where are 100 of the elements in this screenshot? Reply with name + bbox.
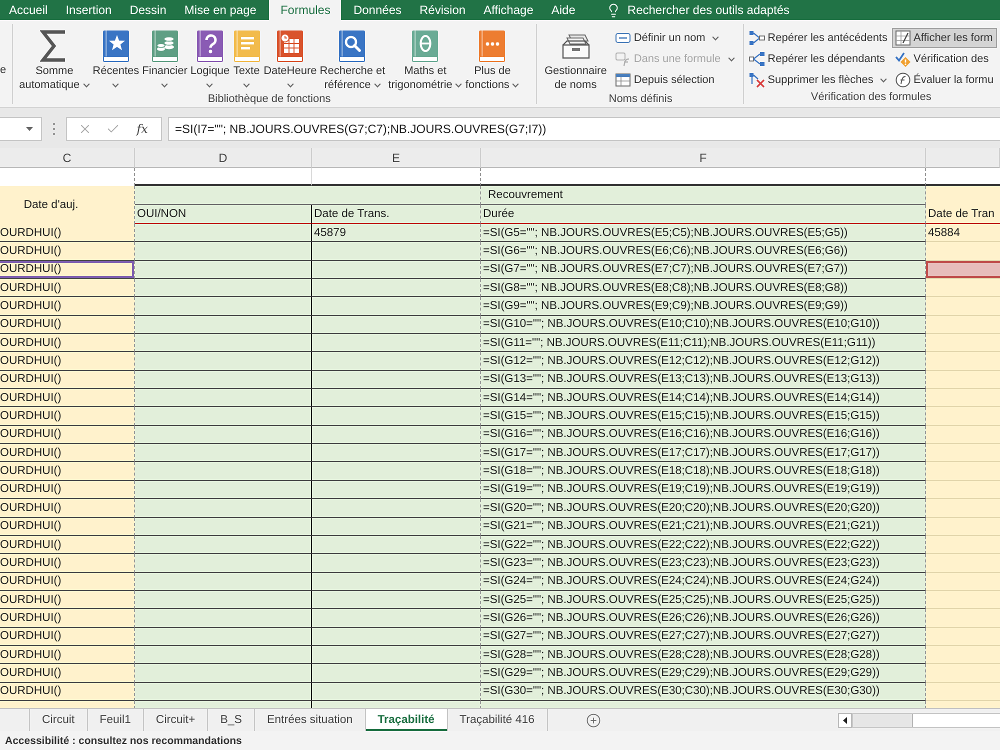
ribbon-button[interactable]: Recherche et référence — [318, 26, 386, 92]
insert-function-button[interactable]: fx — [134, 122, 150, 136]
table-cell: =SI(G5=""; NB.JOURS.OUVRES(E5;C5);NB.JOURS.OUVRES(E5;G5)) — [481, 224, 926, 242]
table-cell: OURDHUI() — [0, 407, 135, 426]
header-cell: Date de Tran — [926, 205, 1000, 224]
table-cell: =SI(G16=""; NB.JOURS.OUVRES(E16;C16);NB.JOURS.OUVRES(E16;G16)) — [481, 426, 926, 444]
table-cell: =SI(G27=""; NB.JOURS.OUVRES(E27;C27);NB.JOURS.OUVRES(E27;G27)) — [481, 628, 926, 646]
caret-icon — [26, 127, 33, 131]
table-cell: OURDHUI() — [0, 334, 135, 352]
sheet-grid-icon — [894, 30, 910, 46]
magnifier-book-icon — [338, 30, 366, 62]
ribbon-button[interactable]: Somme automatique — [18, 26, 91, 92]
table-cell: OURDHUI() — [0, 389, 135, 408]
table-cell: =SI(G10=""; NB.JOURS.OUVRES(E10;C10);NB.JOURS.OUVRES(E10;G10)) — [481, 316, 926, 334]
circle-icon — [894, 72, 910, 88]
ribbon-tab[interactable]: Aide — [542, 0, 584, 20]
ribbon-label[interactable]: e — [0, 63, 6, 77]
table-cell: OURDHUI() — [0, 518, 135, 536]
column-header[interactable]: F — [481, 148, 926, 168]
status-text: Accessibilité : consultez nos recommandations — [5, 734, 242, 746]
ribbon-tab[interactable]: Formules — [269, 0, 342, 20]
ellipsis-book-icon — [478, 30, 506, 62]
table-cell: =SI(G11=""; NB.JOURS.OUVRES(E11;C11);NB.JOURS.OUVRES(E11;G11)) — [481, 334, 926, 352]
ribbon-button[interactable]: Supprimer les flèches — [746, 70, 890, 90]
table-cell: =SI(G26=""; NB.JOURS.OUVRES(E26;C26);NB.JOURS.OUVRES(E26;G26)) — [481, 609, 926, 628]
coins-book-icon — [150, 30, 179, 62]
table-cell: OURDHUI() — [0, 499, 135, 518]
formula-field[interactable]: =SI(I7=""; NB.JOURS.OUVRES(G7;C7);NB.JOURS.OUVRES(G7;I7)) — [168, 117, 1000, 141]
ribbon-tab[interactable]: Mise en page — [175, 0, 266, 20]
table-cell: =SI(G25=""; NB.JOURS.OUVRES(E25;C25);NB.JOURS.OUVRES(E25;G25)) — [481, 590, 926, 610]
table-cell: 45884 — [926, 224, 1000, 242]
table-cell: =SI(G29=""; NB.JOURS.OUVRES(E29;C29);NB.JOURS.OUVRES(E29;G29)) — [481, 664, 926, 683]
table-cell: =SI(G21=""; NB.JOURS.OUVRES(E21;C21);NB.JOURS.OUVRES(E21;G21)) — [481, 518, 926, 536]
group-label: Noms définis — [608, 92, 672, 106]
ribbon-button[interactable]: Plus de fonctions — [464, 26, 520, 92]
table-cell: =SI(G12=""; NB.JOURS.OUVRES(E12;C12);NB.JOURS.OUVRES(E12;G12)) — [481, 352, 926, 371]
group-label: Bibliothèque de fonctions — [208, 92, 331, 106]
table-cell: OURDHUI() — [0, 572, 135, 591]
linked-boxes-icon — [748, 30, 765, 46]
ribbon-button[interactable]: Logique — [189, 26, 231, 92]
table-cell: =SI(G13=""; NB.JOURS.OUVRES(E13;C13);NB.JOURS.OUVRES(E13;G13)) — [481, 370, 926, 390]
sheet-tab[interactable]: Traçabilité — [366, 709, 448, 731]
name-tag-icon — [614, 30, 631, 46]
table-cell: OURDHUI() — [0, 260, 135, 280]
question-book-icon — [196, 30, 224, 62]
table-cell: =SI(G19=""; NB.JOURS.OUVRES(E19;C19);NB.JOURS.OUVRES(E19;G19)) — [481, 480, 926, 500]
star-book-icon — [102, 30, 130, 62]
ribbon-tab[interactable]: Données — [344, 0, 411, 20]
ribbon-button[interactable]: Texte — [232, 26, 262, 92]
ribbon-button[interactable]: Depuis sélection — [612, 70, 738, 90]
card-tray-icon — [560, 32, 591, 60]
table-cell: =SI(G30=""; NB.JOURS.OUVRES(E30;C30);NB.JOURS.OUVRES(E30;G30)) — [481, 682, 926, 701]
column-header[interactable]: D — [135, 148, 312, 168]
ribbon-button[interactable]: Afficher les form — [892, 28, 997, 48]
ribbon-button[interactable]: Repérer les antécédents — [746, 28, 890, 48]
column-header[interactable]: E — [312, 148, 481, 168]
table-cell: =SI(G20=""; NB.JOURS.OUVRES(E20;C20);NB.JOURS.OUVRES(E20;G20)) — [481, 499, 926, 518]
ribbon-button[interactable]: Repérer les dépendants — [746, 49, 890, 69]
table-cell: OURDHUI() — [0, 370, 135, 390]
header-cell: OUI/NON — [135, 205, 312, 224]
name-box[interactable] — [0, 117, 42, 141]
ribbon-button[interactable]: Vérification des — [892, 49, 997, 69]
search-field[interactable]: Rechercher des outils adaptés — [627, 3, 790, 17]
arrows-cross-icon — [748, 72, 765, 88]
check-warning-icon — [894, 51, 910, 67]
column-header[interactable]: C — [0, 148, 135, 168]
table-cell: =SI(G24=""; NB.JOURS.OUVRES(E24;C24);NB.JOURS.OUVRES(E24;G24)) — [481, 572, 926, 591]
group-label: Vérification des formules — [810, 90, 932, 104]
ribbon-button[interactable]: Évaluer la formu — [892, 70, 997, 90]
table-cell: OURDHUI() — [0, 590, 135, 610]
lines-book-icon — [232, 30, 261, 62]
ribbon-tab[interactable]: Dessin — [120, 0, 176, 20]
add-sheet-icon[interactable] — [586, 712, 601, 728]
scrollbar-thumb[interactable] — [912, 714, 1000, 726]
header-cell: Recouvrement — [481, 186, 926, 205]
table-cell: OURDHUI() — [0, 554, 135, 573]
scroll-left-button[interactable] — [838, 712, 852, 728]
ribbon-tab[interactable]: Révision — [410, 0, 475, 20]
table-cell: OURDHUI() — [0, 297, 135, 316]
table-cell: OURDHUI() — [0, 664, 135, 683]
ribbon-button[interactable]: Maths et trigonométrie — [387, 26, 464, 92]
column-header[interactable] — [926, 148, 1000, 168]
triangle-left-icon — [843, 716, 847, 724]
table-cell: OURDHUI() — [0, 628, 135, 646]
ribbon-button[interactable]: Récentes — [92, 26, 140, 92]
ribbon-tab[interactable]: Insertion — [56, 0, 121, 20]
ribbon-tab[interactable]: Affichage — [474, 0, 542, 20]
ribbon-button[interactable]: Gestionnaire de noms — [543, 26, 608, 92]
ribbon-button[interactable]: Financier — [141, 26, 188, 92]
table-cell: =SI(G6=""; NB.JOURS.OUVRES(E6;C6);NB.JOURS.OUVRES(E6;G6)) — [481, 242, 926, 261]
table-cell: OURDHUI() — [0, 536, 135, 554]
table-cell: OURDHUI() — [0, 352, 135, 371]
ribbon-tab[interactable]: Accueil — [0, 0, 57, 20]
header-cell: Date de Trans. — [312, 205, 481, 224]
ribbon-button[interactable]: Définir un nom — [612, 28, 738, 48]
table-cell: =SI(G23=""; NB.JOURS.OUVRES(E23;C23);NB.JOURS.OUVRES(E23;G23)) — [481, 554, 926, 573]
table-cell: OURDHUI() — [0, 682, 135, 701]
calendar-book-icon — [276, 30, 304, 62]
theta-book-icon — [411, 30, 440, 62]
ribbon-button[interactable]: DateHeure — [262, 26, 318, 92]
